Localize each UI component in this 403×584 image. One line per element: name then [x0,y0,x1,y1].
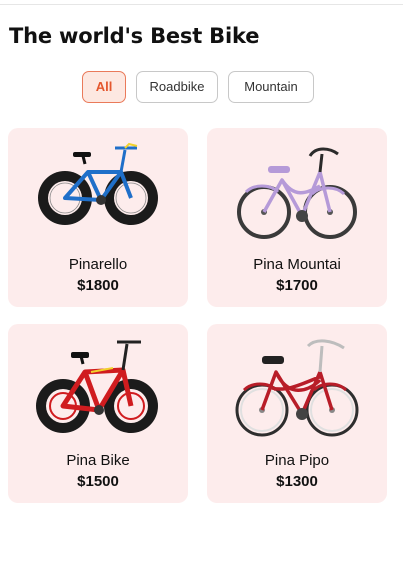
product-price: $1300 [276,473,318,490]
blue-fat-tire-bike-icon [38,142,158,225]
filter-tab-mountain[interactable]: Mountain [228,71,314,103]
page-title: The world's Best Bike [9,24,260,48]
product-card-pina-pipo[interactable]: Pina Pipo $1300 [207,324,387,503]
product-card-pina-mountai[interactable]: Pina Mountai $1700 [207,128,387,307]
red-cruiser-bike-icon [235,339,359,437]
product-card-pina-bike[interactable]: Pina Bike $1500 [8,324,188,503]
top-divider [0,4,403,5]
lavender-cruiser-bike-icon [237,147,357,239]
product-price: $1800 [77,277,119,294]
product-card-pinarello[interactable]: Pinarello $1800 [8,128,188,307]
filter-tab-roadbike[interactable]: Roadbike [136,71,218,103]
filter-tabs: All Roadbike Mountain [0,71,403,103]
product-price: $1500 [77,473,119,490]
product-name: Pina Pipo [264,452,330,469]
product-name: Pina Bike [66,452,130,469]
red-fat-tire-bike-icon [36,340,158,433]
filter-tab-all[interactable]: All [82,71,126,103]
product-price: $1700 [276,277,318,294]
product-name: Pina Mountai [253,256,341,273]
product-name: Pinarello [68,256,128,273]
